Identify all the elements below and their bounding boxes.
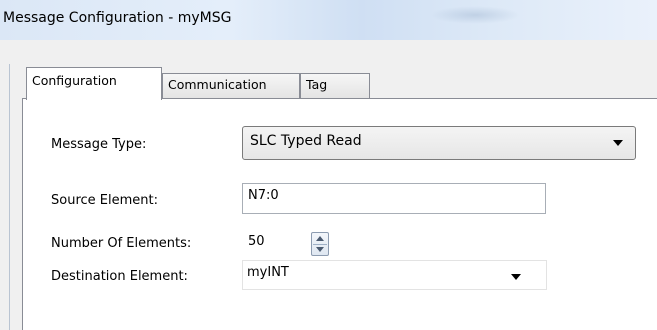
tab-communication[interactable]: Communication (162, 73, 300, 99)
spin-up-arrow[interactable] (316, 236, 324, 241)
spin-divider (313, 244, 327, 245)
message-type-value: SLC Typed Read (250, 133, 362, 149)
spin-down-arrow[interactable] (316, 247, 324, 252)
title-bar[interactable]: Message Configuration - myMSG (0, 0, 657, 40)
destination-element-label: Destination Element: (51, 269, 188, 284)
tab-communication-label: Communication (168, 77, 267, 92)
tab-configuration-label: Configuration (32, 73, 117, 88)
window-title: Message Configuration - myMSG (3, 10, 232, 26)
dialog-frame-edge (9, 64, 10, 330)
tab-configuration[interactable]: Configuration (26, 67, 162, 100)
number-of-elements-label: Number Of Elements: (51, 236, 192, 251)
chevron-down-icon (511, 274, 521, 280)
source-element-value: N7:0 (248, 188, 279, 203)
destination-element-value: myINT (247, 265, 289, 280)
chevron-down-icon (613, 140, 623, 146)
source-element-label: Source Element: (51, 193, 158, 208)
message-type-dropdown[interactable]: SLC Typed Read (242, 126, 636, 160)
tab-tag[interactable]: Tag (300, 73, 370, 99)
up-down-arrows-icon[interactable] (311, 232, 329, 256)
number-of-elements-value: 50 (248, 234, 265, 249)
title-bar-glow (430, 6, 520, 24)
message-type-label: Message Type: (51, 137, 147, 152)
destination-element-dropdown[interactable]: myINT (242, 260, 547, 290)
source-element-field[interactable]: N7:0 (242, 183, 546, 214)
tab-tag-label: Tag (306, 77, 328, 92)
